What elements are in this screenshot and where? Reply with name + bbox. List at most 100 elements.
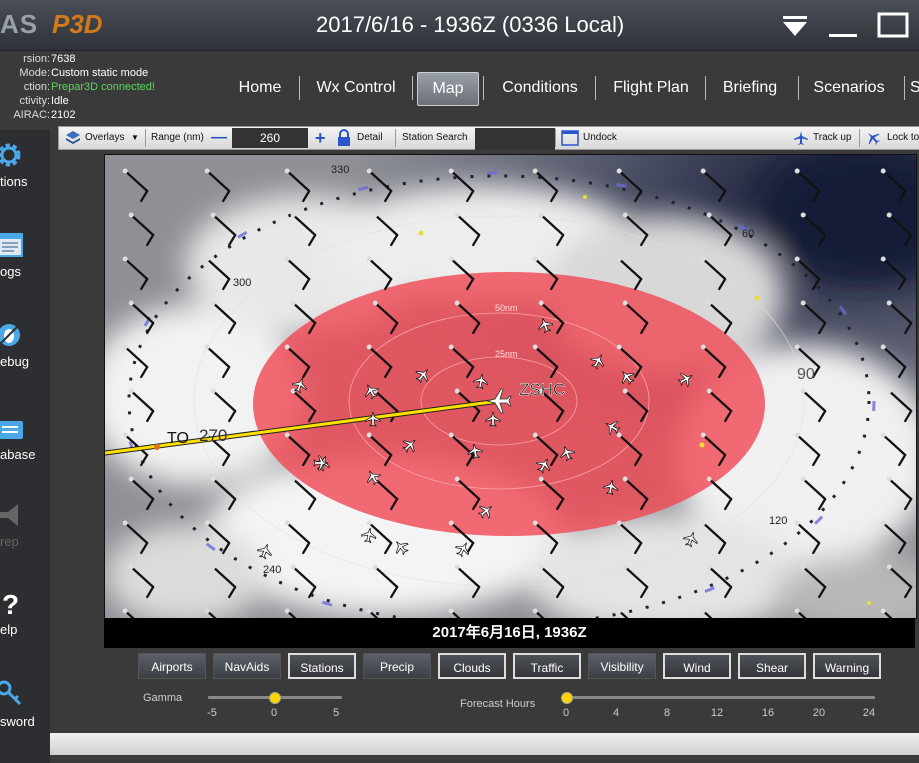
waypoint-marker[interactable]: [154, 444, 160, 450]
info-label: AIRAC:: [13, 109, 50, 121]
tab-wx-control[interactable]: Wx Control: [306, 72, 406, 104]
sidebar-item-label: rep: [0, 534, 19, 549]
sidebar-item-label: ogs: [0, 264, 21, 279]
layer-airports-button[interactable]: Airports: [138, 653, 206, 679]
sidebar-item-label: sword: [0, 714, 35, 729]
tab-map[interactable]: Map: [417, 72, 479, 106]
info-row-mode: Mode: Custom static mode: [0, 66, 200, 80]
chevron-down-icon[interactable]: ▼: [131, 127, 139, 149]
compass-label-60: 60: [742, 228, 754, 240]
toolbar-divider: [145, 129, 146, 147]
minimize-icon[interactable]: [826, 10, 860, 40]
compass-label-240: 240: [263, 564, 281, 576]
tab-divider: [904, 76, 905, 100]
gamma-label: Gamma: [143, 692, 183, 704]
dropdown-menu-icon[interactable]: [778, 10, 812, 40]
ring-label-100nm: 100nm: [493, 206, 521, 216]
logo-p3d: P3D: [52, 9, 103, 39]
overlays-dropdown[interactable]: Overlays: [85, 127, 124, 149]
tab-briefing[interactable]: Briefing: [712, 72, 788, 104]
forecast-hours-label: Forecast Hours: [460, 698, 536, 710]
airport-label[interactable]: ZSHC: [519, 380, 566, 400]
bottom-status-bar: [50, 733, 919, 755]
gamma-tick: 5: [332, 707, 340, 719]
ring-label-25nm: 25nm: [495, 349, 518, 359]
sidebar-item-database[interactable]: abase: [0, 413, 50, 473]
compass-label-330: 330: [331, 164, 349, 176]
info-row-connection: ction: Prepar3D connected!: [0, 80, 200, 94]
tab-divider: [412, 76, 413, 100]
info-label: ction:: [23, 81, 50, 93]
compass-label-270: 270: [199, 426, 227, 445]
forecast-tick: 20: [812, 707, 826, 719]
layer-shear-button[interactable]: Shear: [738, 653, 806, 679]
weather-map[interactable]: ZSHC TO 270 330 300 240 60 90 120 100nm …: [104, 154, 917, 619]
detail-button[interactable]: Detail: [357, 127, 383, 149]
map-timestamp: 2017年6月16日, 1936Z: [104, 618, 915, 648]
info-value: Idle: [51, 95, 69, 107]
zoom-out-icon[interactable]: —: [211, 127, 227, 149]
undock-icon: [561, 130, 579, 146]
sidebar-item-label: elp: [0, 622, 18, 637]
forecast-tick: 12: [710, 707, 724, 719]
map-toolbar: Overlays ▼ Range (nm) — + Detail Station…: [58, 126, 919, 150]
tab-home[interactable]: Home: [224, 72, 296, 104]
sidebar: tions ogs ebug abase rep ? elp sword: [0, 130, 50, 763]
station-search-input[interactable]: [475, 128, 555, 150]
sidebar-item-debug[interactable]: ebug: [0, 320, 50, 380]
forecast-tick: 24: [862, 707, 876, 719]
status-info: rsion: 7638 Mode: Custom static mode cti…: [0, 52, 200, 122]
toolbar-divider: [859, 129, 860, 147]
logo-text: AS: [0, 9, 39, 39]
compass-label-300: 300: [233, 277, 251, 289]
sidebar-item-help[interactable]: ? elp: [0, 588, 50, 648]
layer-traffic-button[interactable]: Traffic: [513, 653, 581, 679]
waypoint-label[interactable]: TO: [167, 430, 189, 447]
sidebar-item-options[interactable]: tions: [0, 140, 50, 200]
layer-clouds-button[interactable]: Clouds: [438, 653, 506, 679]
megaphone-icon: [0, 504, 18, 526]
forecast-slider-thumb[interactable]: [561, 692, 573, 704]
tab-divider: [595, 76, 596, 100]
layer-navaids-button[interactable]: NavAids: [213, 653, 281, 679]
gamma-slider-thumb[interactable]: [269, 692, 281, 704]
forecast-tick: 16: [761, 707, 775, 719]
layer-warning-button[interactable]: Warning: [813, 653, 881, 679]
maximize-icon[interactable]: [876, 10, 910, 40]
undock-button[interactable]: Undock: [583, 127, 617, 149]
sidebar-item-logs[interactable]: ogs: [0, 230, 50, 290]
info-row-activity: ctivity: Idle: [0, 94, 200, 108]
layer-visibility-button[interactable]: Visibility: [588, 653, 656, 679]
forecast-slider[interactable]: [563, 696, 875, 699]
sidebar-item-label: abase: [0, 447, 36, 462]
lock-icon[interactable]: [337, 129, 351, 147]
lock-to-button[interactable]: Lock to: [887, 127, 919, 149]
tab-flight-plan[interactable]: Flight Plan: [604, 72, 698, 104]
sidebar-item-prep[interactable]: rep: [0, 500, 50, 560]
tab-divider: [483, 76, 484, 100]
map-canvas[interactable]: ZSHC TO 270 330 300 240 60 90 120 100nm …: [105, 155, 916, 618]
layer-stations-button[interactable]: Stations: [288, 653, 356, 679]
station-search-label: Station Search: [402, 132, 468, 143]
tab-divider: [705, 76, 706, 100]
sidebar-item-label: ebug: [0, 354, 29, 369]
info-label: rsion:: [23, 53, 50, 65]
info-value: Custom static mode: [51, 67, 149, 79]
info-value-connected: Prepar3D connected!: [51, 81, 155, 93]
range-label: Range (nm): [151, 132, 204, 143]
database-icon: [0, 421, 23, 439]
gear-icon: [0, 143, 21, 167]
help-icon: ?: [2, 589, 19, 618]
tab-conditions[interactable]: Conditions: [492, 72, 588, 104]
zoom-in-icon[interactable]: +: [315, 127, 326, 149]
toolbar-divider: [555, 129, 556, 147]
track-up-button[interactable]: Track up: [813, 127, 852, 149]
layer-wind-button[interactable]: Wind: [663, 653, 731, 679]
tab-more[interactable]: S: [910, 72, 919, 104]
key-icon: [0, 680, 22, 706]
tab-scenarios[interactable]: Scenarios: [806, 72, 892, 104]
sidebar-item-password[interactable]: sword: [0, 678, 50, 738]
airplane-up-icon: [794, 131, 808, 145]
range-input[interactable]: [232, 128, 308, 148]
layer-precip-button[interactable]: Precip: [363, 653, 431, 679]
